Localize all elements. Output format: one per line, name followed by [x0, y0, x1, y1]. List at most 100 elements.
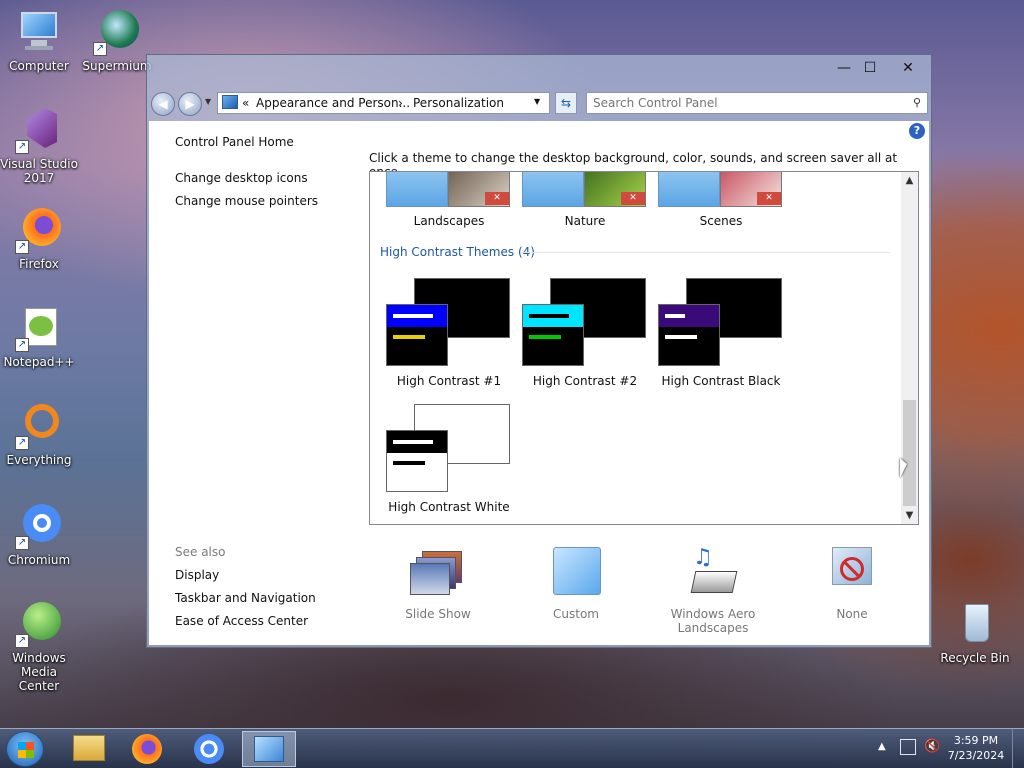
- chevron-down-icon: ▼: [905, 510, 914, 521]
- taskbar-control-panel[interactable]: [242, 731, 296, 767]
- chromium-icon: [194, 734, 224, 764]
- taskbar-file-explorer[interactable]: [62, 731, 116, 767]
- chromium-icon: ↗: [15, 502, 63, 550]
- supermium-icon: ↗: [93, 8, 141, 56]
- theme-label: Scenes: [699, 214, 743, 228]
- firefox-icon: ↗: [15, 206, 63, 254]
- theme-high-contrast-black[interactable]: High Contrast Black: [656, 278, 786, 394]
- theme-label: High Contrast Black: [661, 374, 781, 388]
- breadcrumb-separator[interactable]: ›: [398, 96, 403, 110]
- desktop-icon-supermium[interactable]: ↗ Supermium: [78, 8, 156, 73]
- desktop-icon-firefox[interactable]: ↗ Firefox: [0, 206, 78, 271]
- no-screen-saver-icon: [824, 545, 880, 601]
- breadcrumb-appearance[interactable]: Appearance and Person...: [256, 96, 410, 110]
- windows-media-center-icon: ↗: [15, 600, 63, 648]
- scroll-up-button[interactable]: ▲: [901, 172, 918, 189]
- search-icon[interactable]: ⚲: [913, 96, 921, 109]
- desktop-icon-label: Everything: [6, 453, 72, 467]
- theme-label: High Contrast White: [388, 500, 510, 514]
- see-also-heading: See also: [175, 545, 226, 559]
- high-contrast-group-title: High Contrast Themes (4): [380, 245, 535, 259]
- desktop-icon-chromium[interactable]: ↗ Chromium: [0, 502, 78, 567]
- desktop-icon-notepad-plus-plus[interactable]: ↗ Notepad++: [0, 304, 78, 369]
- group-divider: [520, 252, 890, 253]
- control-panel-home-link[interactable]: Control Panel Home: [175, 135, 294, 149]
- desktop-icon-visual-studio[interactable]: ↗ Visual Studio 2017: [0, 106, 78, 185]
- desktop-icon-windows-media-center[interactable]: ↗ Windows Media Center: [0, 600, 78, 693]
- desktop-icon-label: Computer: [9, 59, 69, 73]
- search-box[interactable]: ⚲: [586, 92, 928, 114]
- theme-preview: [658, 304, 720, 366]
- shortcut-arrow-icon: ↗: [93, 42, 107, 56]
- scroll-thumb[interactable]: [903, 400, 916, 506]
- theme-high-contrast-2[interactable]: High Contrast #2: [520, 278, 650, 394]
- shortcut-arrow-icon: ↗: [15, 338, 29, 352]
- maximize-button[interactable]: ☐: [855, 58, 885, 78]
- taskbar-and-navigation-link[interactable]: Taskbar and Navigation: [175, 591, 316, 605]
- show-hidden-icons-button[interactable]: ▲: [878, 741, 886, 752]
- theme-label: High Contrast #1: [396, 374, 502, 388]
- theme-text-line: [393, 440, 433, 444]
- theme-nature[interactable]: ✕ Nature: [520, 172, 650, 232]
- network-icon[interactable]: [900, 739, 916, 755]
- address-bar[interactable]: « Appearance and Person... › Personaliza…: [217, 92, 550, 114]
- close-button[interactable]: ✕: [893, 58, 923, 78]
- custom-option[interactable]: Custom: [521, 545, 631, 621]
- show-desktop-button[interactable]: [1012, 729, 1024, 768]
- refresh-button[interactable]: ⇆: [555, 92, 577, 114]
- display-link[interactable]: Display: [175, 568, 219, 582]
- custom-label: Custom: [553, 607, 599, 621]
- taskbar-chromium[interactable]: [182, 731, 236, 767]
- theme-text-line: [529, 335, 561, 339]
- taskbar-firefox[interactable]: [120, 731, 174, 767]
- change-desktop-icons-link[interactable]: Change desktop icons: [175, 171, 308, 185]
- slide-show-option[interactable]: Slide Show: [383, 545, 493, 621]
- back-button[interactable]: ◀: [151, 92, 175, 116]
- help-icon[interactable]: ?: [909, 123, 925, 139]
- theme-scenes[interactable]: ✕ Scenes: [656, 172, 786, 232]
- search-input[interactable]: [593, 95, 893, 111]
- theme-high-contrast-1[interactable]: High Contrast #1: [384, 278, 514, 394]
- screen-saver-none-option[interactable]: None: [797, 545, 907, 621]
- desktop-icon-recycle-bin[interactable]: Recycle Bin: [936, 600, 1014, 665]
- chevron-up-icon: ▲: [905, 175, 914, 186]
- sound-scheme-icon: ♫: [685, 545, 741, 601]
- desktop-icon-label: Supermium: [82, 59, 152, 73]
- desktop-icon-label: Chromium: [7, 553, 71, 567]
- recent-pages-chevron-icon[interactable]: ▼: [205, 97, 211, 106]
- desktop-icon-label: Notepad++: [3, 355, 75, 369]
- shortcut-arrow-icon: ↗: [15, 240, 29, 254]
- windows-aero-landscapes-label: Windows Aero Landscapes: [670, 607, 756, 635]
- volume-muted-icon[interactable]: 🔇: [924, 739, 940, 754]
- ease-of-access-center-link[interactable]: Ease of Access Center: [175, 614, 308, 628]
- change-mouse-pointers-link[interactable]: Change mouse pointers: [175, 194, 318, 208]
- windows-aero-landscapes-option[interactable]: ♫ Windows Aero Landscapes: [658, 545, 768, 635]
- theme-list[interactable]: ✕ Landscapes ✕ Nature ✕ Scenes High Cont…: [369, 171, 919, 525]
- desktop-icon-label: Windows Media Center: [12, 651, 66, 693]
- windows-logo-icon: [18, 742, 34, 758]
- close-icon: ✕: [621, 192, 645, 205]
- theme-landscapes[interactable]: ✕ Landscapes: [384, 172, 514, 232]
- taskbar: ▲ 🔇 3:59 PM 7/23/2024: [0, 728, 1024, 768]
- desktop-icon-label: Visual Studio 2017: [0, 157, 78, 185]
- start-button[interactable]: [6, 731, 44, 767]
- address-dropdown-icon[interactable]: ▼: [534, 97, 540, 106]
- personalization-window: — ☐ ✕ ◀ ▶ ▼ « Appearance and Person... ›…: [146, 54, 932, 648]
- clock-time: 3:59 PM: [953, 734, 999, 747]
- computer-icon: [15, 8, 63, 56]
- theme-preview: [386, 304, 448, 366]
- desktop-icon-everything[interactable]: ↗ Everything: [0, 402, 78, 467]
- desktop-icon-computer[interactable]: Computer: [0, 8, 78, 73]
- control-panel-icon: [222, 95, 238, 109]
- breadcrumb-chevrons[interactable]: «: [242, 96, 249, 110]
- breadcrumb-personalization[interactable]: Personalization: [413, 96, 504, 110]
- theme-high-contrast-white[interactable]: High Contrast White: [384, 404, 514, 520]
- theme-preview: [522, 304, 584, 366]
- system-clock[interactable]: 3:59 PM 7/23/2024: [942, 733, 1010, 763]
- forward-button[interactable]: ▶: [178, 92, 202, 116]
- close-icon: ✕: [485, 192, 509, 205]
- scroll-down-button[interactable]: ▼: [901, 507, 918, 524]
- everything-search-icon: ↗: [15, 402, 63, 450]
- navigation-bar: ◀ ▶ ▼ « Appearance and Person... › Perso…: [147, 87, 931, 117]
- slide-show-label: Slide Show: [405, 607, 471, 621]
